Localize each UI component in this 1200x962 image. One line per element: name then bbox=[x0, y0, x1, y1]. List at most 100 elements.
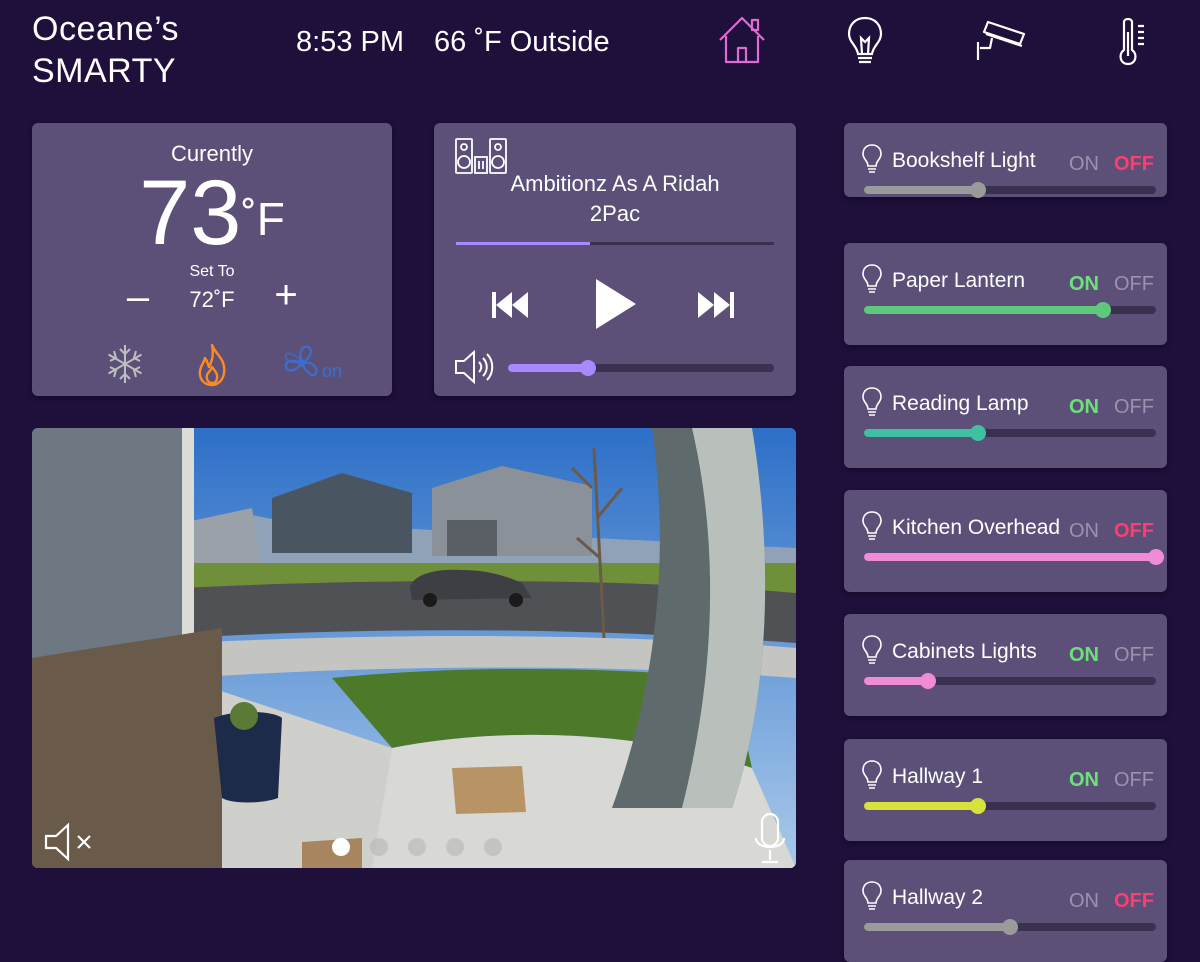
pagination-dot[interactable] bbox=[484, 838, 502, 856]
brightness-fill bbox=[864, 306, 1104, 314]
lightbulb-icon bbox=[862, 881, 882, 910]
song-progress-fill bbox=[456, 242, 590, 245]
thermostat-card: Curently 73˚F Set To 72˚F – + on bbox=[32, 123, 392, 396]
skip-forward-icon bbox=[698, 292, 734, 318]
light-card: Reading Lamp ON OFF bbox=[844, 366, 1167, 468]
nav-climate-button[interactable] bbox=[1102, 12, 1158, 68]
light-on-toggle[interactable]: ON bbox=[1069, 153, 1099, 176]
fan-mode-label: on bbox=[322, 361, 343, 381]
microphone-icon bbox=[754, 812, 786, 864]
light-name: Paper Lantern bbox=[892, 269, 1026, 292]
heat-mode-button[interactable] bbox=[190, 341, 236, 387]
volume-icon bbox=[455, 349, 494, 385]
light-name: Hallway 2 bbox=[892, 886, 984, 909]
pagination-dot[interactable] bbox=[408, 838, 426, 856]
increase-temp-button[interactable]: + bbox=[266, 275, 306, 317]
light-brightness-slider[interactable] bbox=[864, 798, 1156, 814]
light-off-toggle[interactable]: OFF bbox=[1114, 769, 1154, 792]
light-brightness-slider[interactable] bbox=[864, 673, 1156, 689]
brightness-knob[interactable] bbox=[920, 673, 937, 689]
brightness-fill bbox=[864, 923, 1010, 931]
pagination-dot[interactable] bbox=[370, 838, 388, 856]
app-title: Oceane’s SMARTY bbox=[32, 8, 179, 92]
cool-mode-button[interactable] bbox=[102, 341, 148, 387]
camera-mute-button[interactable] bbox=[42, 820, 100, 864]
light-off-toggle[interactable]: OFF bbox=[1114, 273, 1154, 296]
light-brightness-slider[interactable] bbox=[864, 425, 1156, 441]
camera-image bbox=[32, 428, 796, 868]
app-title-line2: SMARTY bbox=[32, 52, 177, 90]
decrease-temp-button[interactable]: – bbox=[118, 277, 158, 319]
nav-lights-button[interactable] bbox=[837, 12, 893, 68]
snowflake-icon bbox=[108, 345, 142, 383]
speaker-muted-icon bbox=[44, 822, 91, 862]
light-on-toggle[interactable]: ON bbox=[1069, 520, 1099, 543]
light-brightness-slider[interactable] bbox=[864, 919, 1156, 935]
light-card: Cabinets Lights ON OFF bbox=[844, 614, 1167, 716]
brightness-knob[interactable] bbox=[969, 798, 986, 814]
doorbell-camera-feed bbox=[32, 428, 796, 868]
lightbulb-icon bbox=[862, 387, 882, 416]
light-name: Kitchen Overhead bbox=[892, 516, 1061, 539]
clock: 8:53 PM bbox=[296, 26, 404, 58]
song-artist: 2Pac bbox=[589, 201, 641, 226]
light-off-toggle[interactable]: OFF bbox=[1114, 644, 1154, 667]
camera-talk-button[interactable] bbox=[754, 812, 786, 864]
lightbulb-icon bbox=[847, 16, 883, 64]
pagination-dot[interactable] bbox=[332, 838, 350, 856]
light-name: Hallway 1 bbox=[892, 765, 984, 788]
current-temp-unit: ˚F bbox=[241, 193, 285, 245]
light-card: Hallway 1 ON OFF bbox=[844, 739, 1167, 841]
light-name: Reading Lamp bbox=[892, 392, 1029, 415]
brightness-knob[interactable] bbox=[969, 425, 986, 441]
fan-mode-button[interactable]: on bbox=[278, 341, 348, 387]
flame-icon bbox=[198, 343, 226, 387]
camera-pagination bbox=[332, 838, 502, 856]
nav-home-button[interactable] bbox=[714, 12, 770, 68]
light-on-toggle[interactable]: ON bbox=[1069, 396, 1099, 419]
previous-track-button[interactable] bbox=[490, 286, 530, 324]
light-off-toggle[interactable]: OFF bbox=[1114, 520, 1154, 543]
nav-cameras-button[interactable] bbox=[972, 12, 1028, 68]
volume-knob[interactable] bbox=[579, 360, 596, 376]
light-card: Kitchen Overhead ON OFF bbox=[844, 490, 1167, 592]
brightness-knob[interactable] bbox=[1148, 549, 1164, 565]
light-name: Cabinets Lights bbox=[892, 640, 1037, 663]
brightness-knob[interactable] bbox=[969, 182, 986, 198]
home-icon bbox=[719, 16, 765, 64]
brightness-fill bbox=[864, 802, 978, 810]
light-card: Hallway 2 ON OFF bbox=[844, 860, 1167, 962]
thermometer-icon bbox=[1119, 17, 1144, 66]
skip-back-icon bbox=[492, 292, 528, 318]
light-brightness-slider[interactable] bbox=[864, 549, 1164, 565]
set-temperature: 72˚F bbox=[189, 287, 235, 312]
light-on-toggle[interactable]: ON bbox=[1069, 890, 1099, 913]
play-button[interactable] bbox=[592, 277, 638, 331]
light-brightness-slider[interactable] bbox=[864, 302, 1156, 318]
volume-slider[interactable] bbox=[508, 360, 774, 376]
brightness-fill bbox=[864, 677, 929, 685]
light-on-toggle[interactable]: ON bbox=[1069, 769, 1099, 792]
security-camera-icon bbox=[976, 20, 1026, 60]
brightness-fill bbox=[864, 429, 978, 437]
light-off-toggle[interactable]: OFF bbox=[1114, 396, 1154, 419]
lightbulb-icon bbox=[862, 760, 882, 789]
brightness-knob[interactable] bbox=[1002, 919, 1018, 935]
lightbulb-icon bbox=[862, 511, 882, 540]
volume-fill bbox=[508, 364, 588, 372]
light-off-toggle[interactable]: OFF bbox=[1114, 890, 1154, 913]
brightness-fill bbox=[864, 186, 978, 194]
brightness-knob[interactable] bbox=[1095, 302, 1112, 318]
light-card: Paper Lantern ON OFF bbox=[844, 243, 1167, 345]
pagination-dot[interactable] bbox=[446, 838, 464, 856]
music-player-card: Ambitionz As A Ridah 2Pac bbox=[434, 123, 796, 396]
outside-temperature: 66 ˚F Outside bbox=[434, 26, 610, 58]
set-temp-label: Set To bbox=[189, 263, 235, 280]
light-off-toggle[interactable]: OFF bbox=[1114, 153, 1154, 176]
lightbulb-icon bbox=[862, 144, 882, 173]
next-track-button[interactable] bbox=[696, 286, 736, 324]
light-on-toggle[interactable]: ON bbox=[1069, 644, 1099, 667]
light-on-toggle[interactable]: ON bbox=[1069, 273, 1099, 296]
light-brightness-slider[interactable] bbox=[864, 182, 1156, 198]
song-progress-bar[interactable] bbox=[456, 242, 774, 245]
